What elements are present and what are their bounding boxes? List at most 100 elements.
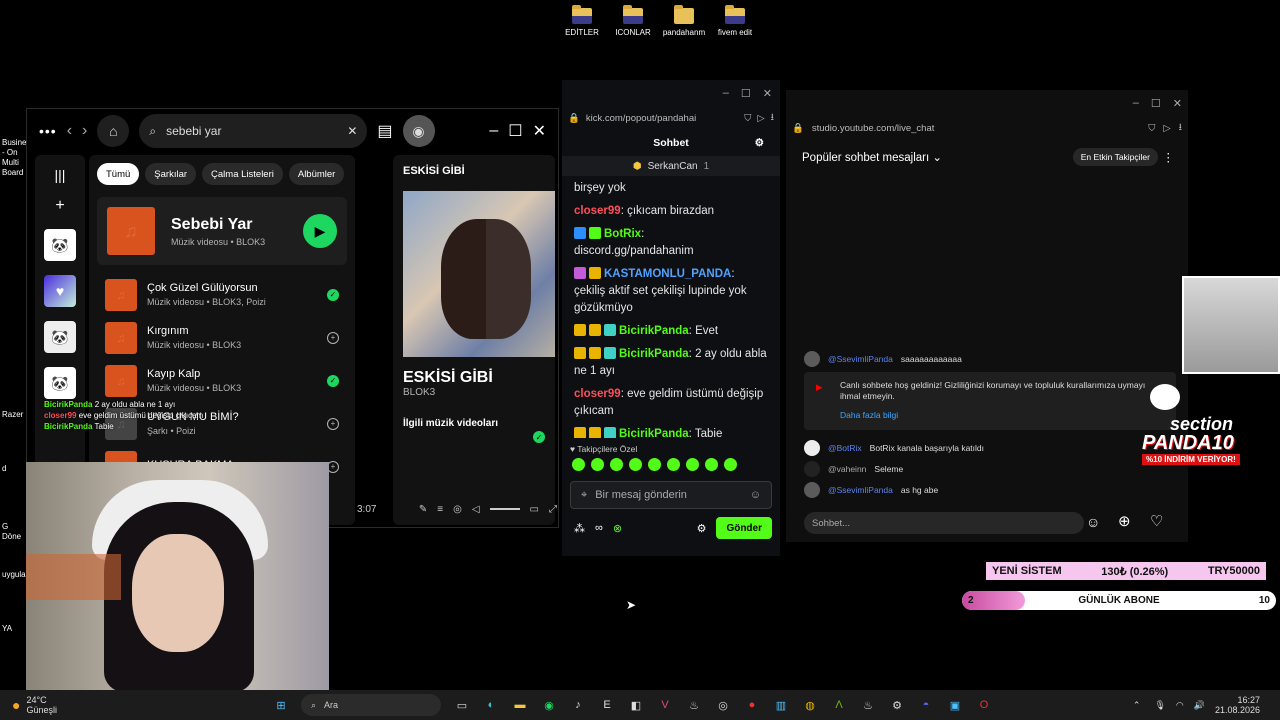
now-playing-artist[interactable]: BLOK3	[403, 387, 545, 398]
heart-icon[interactable]: ♡	[1150, 512, 1163, 530]
message-input[interactable]: ⌖ Bir mesaj gönderin ☺	[570, 481, 772, 509]
emote[interactable]	[667, 458, 680, 471]
liked-songs-thumb[interactable]: ♥	[44, 275, 76, 307]
chat-input[interactable]: Sohbet...	[804, 512, 1084, 534]
more-info-link[interactable]: Daha fazla bilgi	[840, 410, 1164, 421]
play-button[interactable]: ▶	[303, 214, 337, 248]
added-check-icon[interactable]: ✓	[327, 374, 339, 387]
steam-icon[interactable]: ♨	[859, 696, 877, 714]
emote[interactable]	[610, 458, 623, 471]
playlist-thumb[interactable]: 🐼	[44, 321, 76, 353]
weather-widget[interactable]: ● 24°C Güneşli	[12, 695, 272, 715]
tray-chevron-icon[interactable]: ⌃	[1133, 700, 1141, 711]
volume-slider[interactable]	[489, 508, 520, 510]
add-plus-icon[interactable]: +	[327, 417, 339, 430]
song-row[interactable]: ♫ Çok Güzel Gülüyorsun Müzik videosu • BL…	[97, 273, 347, 316]
chip-albums[interactable]: Albümler	[288, 163, 345, 185]
chat-mode-dropdown[interactable]: Popüler sohbet mesajları ⌄	[802, 150, 942, 164]
record-icon[interactable]: ●	[743, 696, 761, 714]
download-icon[interactable]: ⭳	[1179, 120, 1182, 136]
minimize-icon[interactable]: –	[489, 122, 498, 140]
notepad-icon[interactable]: ▥	[772, 696, 790, 714]
pinned-gift[interactable]: ⬢ SerkanCan 1	[562, 156, 780, 176]
maximize-icon[interactable]: ☐	[1151, 97, 1161, 110]
browse-icon[interactable]: ▤	[377, 121, 392, 141]
desktop-icon-fivem[interactable]: fivem edit	[705, 5, 765, 37]
back-icon[interactable]: ‹	[67, 122, 72, 140]
mini-player-icon[interactable]: ▭	[530, 504, 539, 515]
volume-icon[interactable]: ◁	[472, 504, 480, 515]
playlist-thumb[interactable]: 🐼	[44, 367, 76, 399]
added-check-icon[interactable]: ✓	[533, 431, 545, 443]
emote[interactable]	[705, 458, 718, 471]
obs-icon[interactable]: ◎	[714, 696, 732, 714]
start-icon[interactable]: ⊞	[272, 696, 290, 714]
forward-icon[interactable]: ›	[82, 122, 87, 140]
emoji-icon[interactable]: ☺	[750, 489, 761, 501]
library-icon[interactable]: |||	[55, 167, 66, 183]
app-icon[interactable]: ◧	[627, 696, 645, 714]
playlist-thumb[interactable]: 🐼	[44, 229, 76, 261]
send-icon[interactable]: ▷	[757, 113, 764, 124]
chip-songs[interactable]: Şarkılar	[145, 163, 197, 185]
maximize-icon[interactable]: ☐	[741, 87, 751, 100]
add-icon[interactable]: +	[55, 197, 64, 215]
chip-all[interactable]: Tümü	[97, 163, 140, 185]
add-icon[interactable]: ⊕	[1118, 512, 1131, 530]
emote[interactable]	[724, 458, 737, 471]
chip-playlists[interactable]: Çalma Listeleri	[202, 163, 283, 185]
download-icon[interactable]: ⭳	[771, 110, 774, 126]
top-result-card[interactable]: ♫ Sebebi Yar Müzik videosu • BLOK3 ▶	[97, 197, 347, 265]
file-explorer-icon[interactable]: ▬	[511, 696, 529, 714]
infinity-icon[interactable]: ∞	[595, 522, 603, 534]
minimize-icon[interactable]: –	[1133, 97, 1139, 109]
edge-icon[interactable]: ◐	[482, 696, 500, 714]
chrome-icon[interactable]: ◍	[801, 696, 819, 714]
discord-icon[interactable]: ◓	[917, 696, 935, 714]
send-icon[interactable]: ▷	[1163, 123, 1170, 134]
emote[interactable]	[686, 458, 699, 471]
opera-icon[interactable]: O	[975, 696, 993, 714]
clear-icon[interactable]: ✕	[347, 124, 357, 138]
close-icon[interactable]: ✕	[1173, 97, 1182, 110]
photos-icon[interactable]: ▣	[946, 696, 964, 714]
emote[interactable]	[648, 458, 661, 471]
close-icon[interactable]: ✕	[763, 87, 772, 100]
added-check-icon[interactable]: ✓	[327, 288, 339, 301]
extension-icon[interactable]: ⊗	[613, 522, 622, 535]
settings-icon[interactable]: ⚙	[697, 522, 707, 535]
more-icon[interactable]: •••	[39, 123, 57, 139]
taskbar-search[interactable]: ⌕ Ara	[301, 694, 441, 716]
nvidia-icon[interactable]: Λ	[830, 696, 848, 714]
tiktok-icon[interactable]: ♪	[569, 696, 587, 714]
device-icon[interactable]: ◎	[453, 504, 462, 515]
mic-icon[interactable]: 🎙	[1154, 700, 1165, 711]
address-bar[interactable]: 🔒 studio.youtube.com/live_chat ⛉ ▷ ⭳	[786, 116, 1188, 140]
minimize-icon[interactable]: –	[723, 87, 729, 99]
song-row[interactable]: ♫ Kayıp Kalp Müzik videosu • BLOK3 ✓	[97, 359, 347, 402]
song-row[interactable]: ♫ Kırgınım Müzik videosu • BLOK3 +	[97, 316, 347, 359]
emote[interactable]	[591, 458, 604, 471]
volume-icon[interactable]: 🔊	[1194, 700, 1205, 711]
lyrics-icon[interactable]: ✎	[419, 504, 427, 515]
maximize-icon[interactable]: ☐	[508, 121, 522, 141]
vegas-icon[interactable]: V	[656, 696, 674, 714]
fullscreen-icon[interactable]: ⤢	[549, 504, 557, 515]
clock[interactable]: 16:27 21.08.2026	[1215, 695, 1260, 715]
search-input[interactable]: ⌕ sebebi yar ✕	[139, 114, 368, 148]
spotify-icon[interactable]: ◉	[540, 696, 558, 714]
avatar[interactable]: ◉	[402, 115, 435, 147]
steam-icon[interactable]: ♨	[685, 696, 703, 714]
send-button[interactable]: Gönder	[716, 517, 772, 539]
close-icon[interactable]: ✕	[533, 121, 546, 141]
task-view-icon[interactable]: ▭	[453, 696, 471, 714]
add-plus-icon[interactable]: +	[327, 331, 339, 344]
wifi-icon[interactable]: ◠	[1176, 700, 1184, 711]
points-icon[interactable]: ⁂	[574, 522, 585, 535]
emote[interactable]	[572, 458, 585, 471]
kebab-menu-icon[interactable]: ⋮	[1163, 150, 1175, 164]
top-fans-button[interactable]: En Etkin Takipçiler	[1072, 148, 1158, 166]
address-bar[interactable]: 🔒 kick.com/popout/pandahai ⛉ ▷ ⭳	[562, 106, 780, 130]
queue-icon[interactable]: ≡	[437, 504, 443, 515]
emoji-icon[interactable]: ☺	[1086, 514, 1100, 530]
